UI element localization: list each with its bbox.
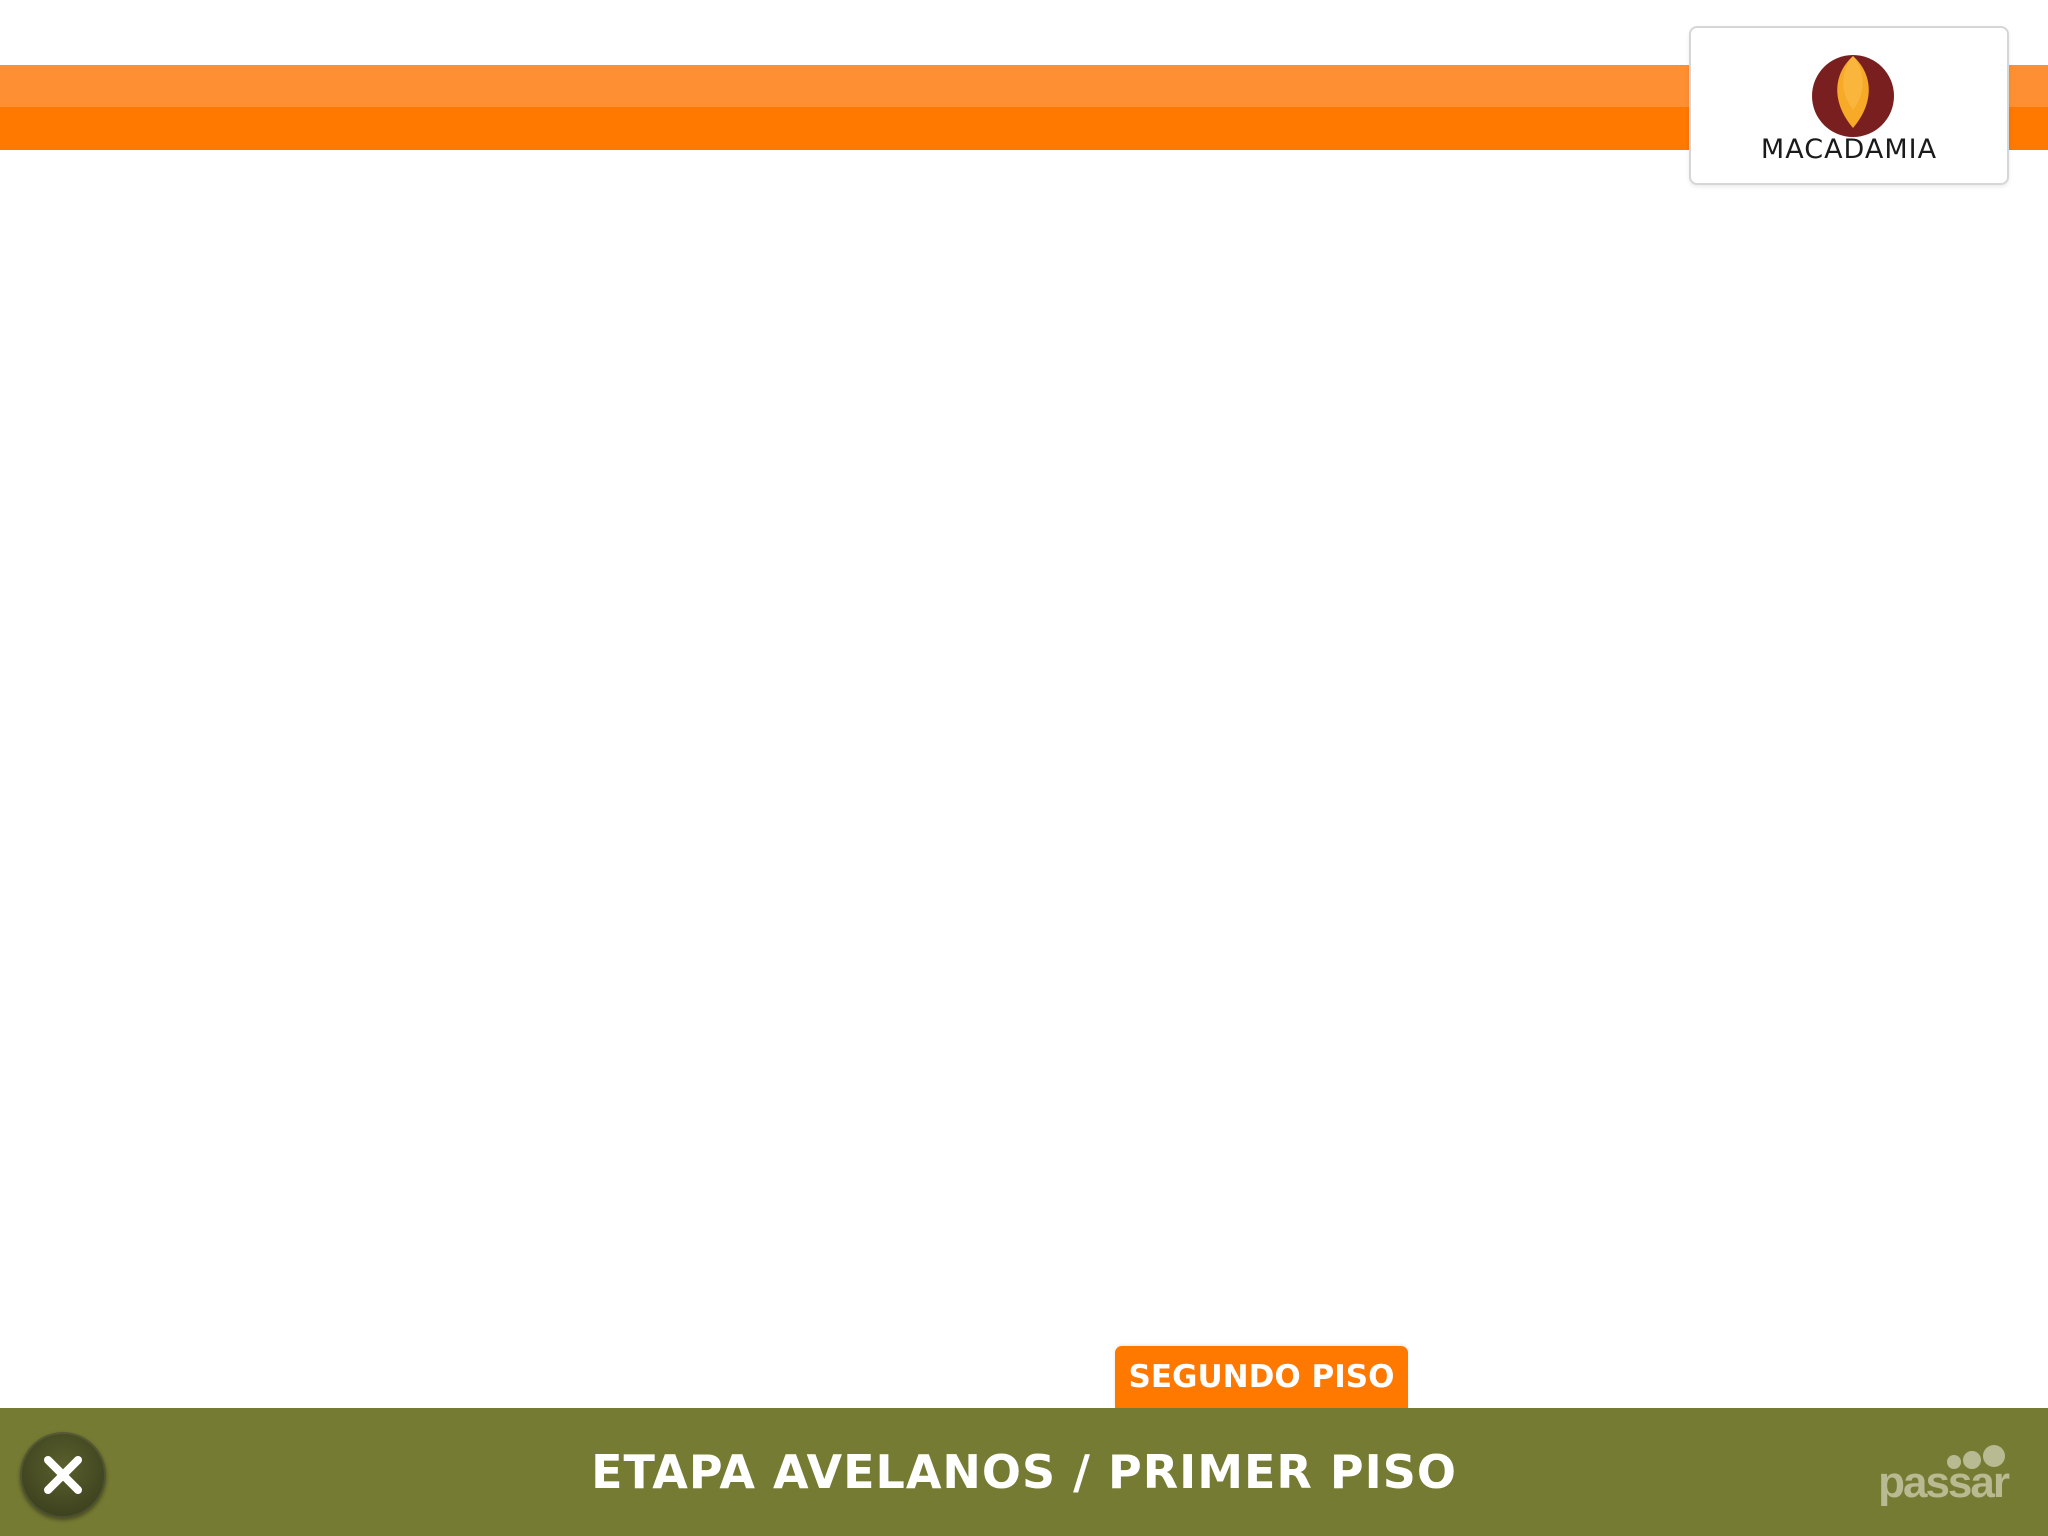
page-title: ETAPA AVELANOS / PRIMER PISO <box>591 1445 1457 1499</box>
floor-plan-screen: MACADAMIA SEGUNDO PISO ETAPA AVELANOS / … <box>0 0 2048 1536</box>
brand-wordmark: passar <box>1878 1458 2010 1507</box>
macadamia-nut-logo-icon <box>1803 40 1903 140</box>
footer-bar: ETAPA AVELANOS / PRIMER PISO passar <box>0 1408 2048 1536</box>
close-button[interactable] <box>20 1432 106 1518</box>
tab-segundo-piso[interactable]: SEGUNDO PISO <box>1115 1346 1408 1408</box>
close-icon <box>44 1456 82 1494</box>
logo-text: MACADAMIA <box>1760 134 1938 165</box>
macadamia-logo-card: MACADAMIA <box>1689 26 2009 185</box>
passar-brand-logo: passar <box>1878 1444 2012 1514</box>
